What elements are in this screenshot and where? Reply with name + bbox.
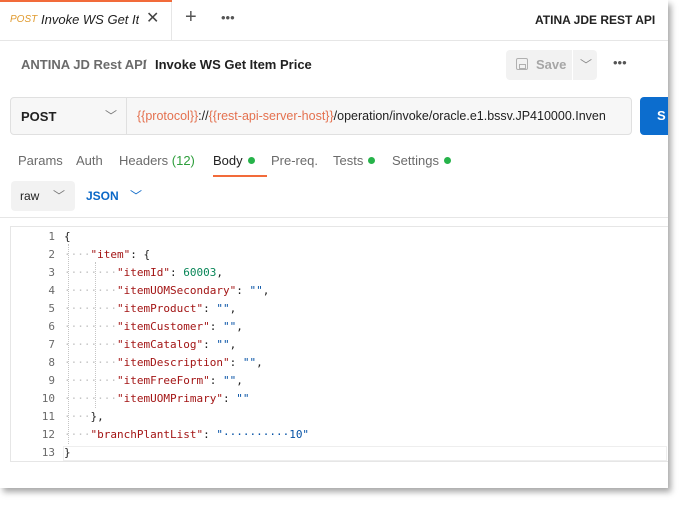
tab-settings[interactable]: Settings <box>392 153 451 168</box>
url-input[interactable]: {{protocol}}://{{rest-api-server-host}}/… <box>137 109 625 123</box>
line-number: 7 <box>48 338 55 351</box>
body-options: raw ﹀ JSON ﹀ <box>0 181 668 218</box>
save-button-label: Save <box>536 57 567 72</box>
code-line: { <box>64 230 71 243</box>
headers-count: (12) <box>171 153 195 168</box>
code-line: ········"itemProduct": "", <box>64 302 237 315</box>
line-number: 3 <box>48 266 55 279</box>
tab-auth[interactable]: Auth <box>76 153 103 168</box>
request-tab[interactable]: POST Invoke WS Get It... ✕ <box>0 0 172 40</box>
current-line-highlight <box>63 446 667 461</box>
line-number: 1 <box>48 230 55 243</box>
postman-window: POST Invoke WS Get It... ✕ + ••• ATINA J… <box>0 0 668 488</box>
line-number: 5 <box>48 302 55 315</box>
tab-method-label: POST <box>10 14 38 25</box>
url-variable-protocol: {{protocol}} <box>137 109 199 123</box>
chevron-down-icon: ﹀ <box>105 109 118 123</box>
save-button[interactable]: Save <box>506 50 572 80</box>
code-line: ········"itemUOMSecondary": "", <box>64 284 270 297</box>
tab-tests-label: Tests <box>333 153 364 168</box>
chevron-down-icon[interactable]: ﹀ <box>130 187 142 204</box>
send-button[interactable]: S <box>640 97 668 135</box>
breadcrumb-collection[interactable]: ANTINA JD Rest API <box>21 57 146 72</box>
url-text: :// <box>198 109 209 123</box>
code-line: ········"itemUOMPrimary": "" <box>64 392 250 405</box>
chevron-down-icon: ﹀ <box>53 189 66 203</box>
tab-params-label: Params <box>18 153 63 168</box>
tab-auth-label: Auth <box>76 153 103 168</box>
method-select[interactable]: POST ﹀ <box>11 98 127 134</box>
code-line: ········"itemFreeForm": "", <box>64 374 243 387</box>
code-line: ····"branchPlantList": "··········10" <box>64 428 310 441</box>
tab-settings-label: Settings <box>392 153 439 168</box>
breadcrumb-separator: / <box>143 57 147 72</box>
line-number: 2 <box>48 248 55 261</box>
chevron-down-icon: ﹀ <box>580 58 593 72</box>
line-number: 11 <box>41 410 55 423</box>
status-dot <box>247 157 255 164</box>
tab-params[interactable]: Params <box>18 153 63 168</box>
url-variable-host: {{rest-api-server-host}} <box>208 109 334 123</box>
url-bar: POST ﹀ {{protocol}}://{{rest-api-server-… <box>10 97 632 135</box>
save-icon <box>516 58 528 70</box>
code-line: ····"item": { <box>64 248 151 261</box>
body-mode-label: raw <box>20 189 40 203</box>
close-icon[interactable]: ✕ <box>146 8 159 28</box>
line-number: 6 <box>48 320 55 333</box>
page-title[interactable]: Invoke WS Get Item Price <box>155 57 312 72</box>
line-number: 13 <box>41 446 55 459</box>
request-header: ANTINA JD Rest API / Invoke WS Get Item … <box>0 41 668 89</box>
line-number: 12 <box>41 428 55 441</box>
environment-selector[interactable]: ATINA JDE REST API <box>535 13 655 27</box>
code-line: ····}, <box>64 410 104 423</box>
tab-title: Invoke WS Get It... <box>41 12 139 27</box>
tab-body-label: Body <box>213 153 243 168</box>
code-line: ········"itemId": 60003, <box>64 266 223 279</box>
request-tab-bar: POST Invoke WS Get It... ✕ + ••• ATINA J… <box>0 0 668 41</box>
line-number: 4 <box>48 284 55 297</box>
language-select[interactable]: JSON <box>86 189 119 203</box>
method-label: POST <box>21 109 57 124</box>
body-mode-select[interactable]: raw ﹀ <box>11 181 75 211</box>
plus-icon[interactable]: + <box>185 6 197 29</box>
tab-prereq-label: Pre-req. <box>271 153 318 168</box>
code-line: ········"itemCatalog": "", <box>64 338 237 351</box>
line-number: 10 <box>41 392 55 405</box>
status-dot <box>368 157 376 164</box>
code-editor[interactable]: 1 2 3 4 5 6 7 8 9 10 11 12 13 { ····"ite… <box>10 226 668 462</box>
line-number-gutter: 1 2 3 4 5 6 7 8 9 10 11 12 13 <box>11 227 61 461</box>
tab-prereq[interactable]: Pre-req. <box>271 153 318 168</box>
request-subtabs: Params Auth Headers (12) Body Pre-req. T… <box>0 145 668 179</box>
code-line: ········"itemCustomer": "", <box>64 320 243 333</box>
tab-headers[interactable]: Headers (12) <box>119 153 195 168</box>
more-icon[interactable]: ••• <box>613 55 627 70</box>
status-dot <box>443 157 451 164</box>
line-number: 8 <box>48 356 55 369</box>
code-line: } <box>64 446 71 459</box>
tab-tests[interactable]: Tests <box>333 153 376 168</box>
url-path: /operation/invoke/oracle.e1.bssv.JP41000… <box>333 109 606 123</box>
save-options-button[interactable]: ﹀ <box>573 50 597 80</box>
tab-headers-label: Headers <box>119 153 169 168</box>
code-line: ········"itemDescription": "", <box>64 356 263 369</box>
more-icon[interactable]: ••• <box>221 10 235 25</box>
line-number: 9 <box>48 374 55 387</box>
tab-body[interactable]: Body <box>213 153 267 177</box>
send-button-label: S <box>657 108 666 123</box>
